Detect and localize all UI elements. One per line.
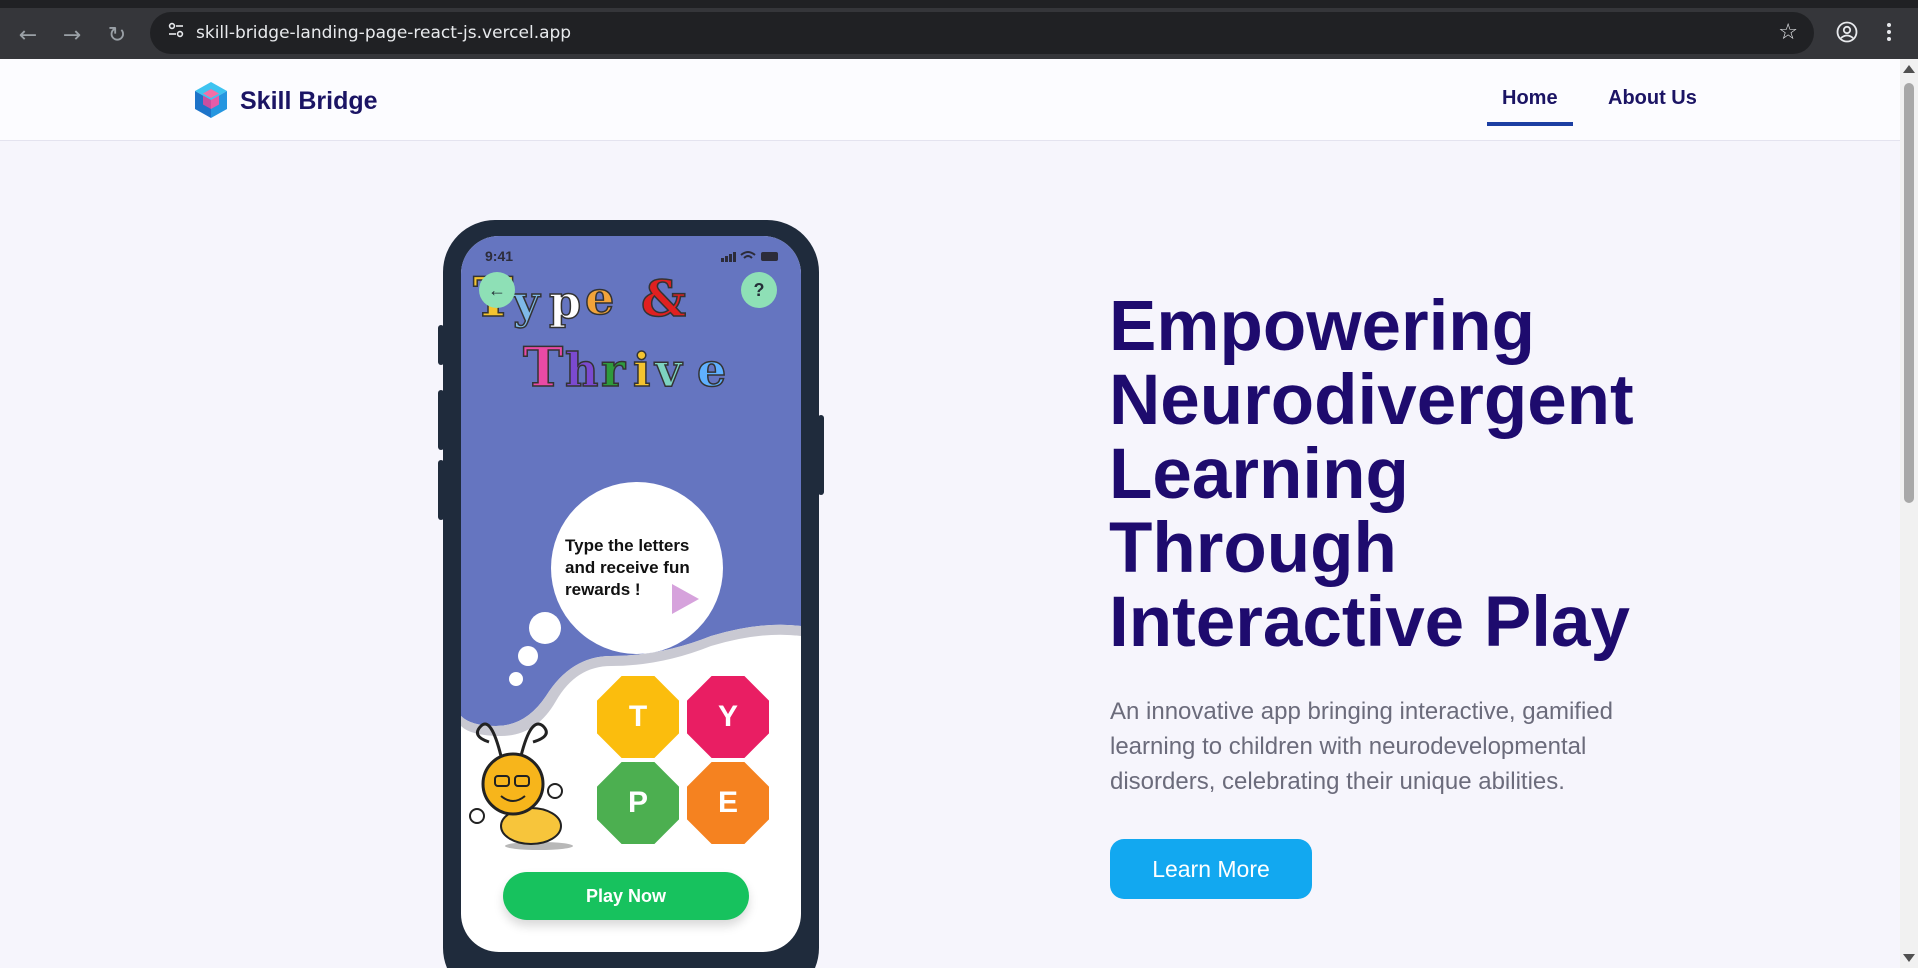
learn-more-button[interactable]: Learn More bbox=[1110, 839, 1312, 899]
reload-icon[interactable]: ↻ bbox=[101, 20, 133, 52]
hero-title-line: Interactive Play bbox=[1109, 583, 1630, 662]
scroll-thumb[interactable] bbox=[1904, 83, 1914, 503]
svg-text:e: e bbox=[585, 271, 614, 325]
svg-text:v: v bbox=[654, 343, 683, 396]
svg-text:T: T bbox=[523, 335, 563, 396]
hero-description: An innovative app bringing interactive, … bbox=[1110, 698, 1613, 795]
bookmark-star-icon[interactable]: ☆ bbox=[1778, 20, 1798, 45]
play-now-button[interactable]: Play Now bbox=[503, 872, 749, 920]
active-nav-indicator bbox=[1487, 122, 1573, 126]
bee-mascot-icon bbox=[469, 722, 573, 850]
url-text[interactable]: skill-bridge-landing-page-react-js.verce… bbox=[196, 23, 571, 43]
phone-screen: T y p e & T h r i v e 9:41 ← ? Type the … bbox=[461, 236, 801, 952]
hero-title-line: Learning bbox=[1109, 435, 1409, 514]
scroll-down-icon[interactable] bbox=[1903, 954, 1915, 962]
hero-title: Empowering Neurodivergent Learning Throu… bbox=[1109, 290, 1829, 660]
hero-title-line: Neurodivergent bbox=[1109, 361, 1634, 440]
nav-home-link[interactable]: Home bbox=[1502, 87, 1558, 110]
scroll-up-icon[interactable] bbox=[1903, 65, 1915, 73]
thought-bubble-text: Type the letters and receive fun rewards… bbox=[565, 536, 690, 599]
nav-about-link[interactable]: About Us bbox=[1608, 87, 1697, 110]
svg-text:&: & bbox=[641, 269, 686, 328]
logo-cube-icon[interactable] bbox=[190, 79, 232, 121]
svg-text:r: r bbox=[601, 343, 626, 396]
svg-text:y: y bbox=[512, 275, 541, 329]
browser-toolbar: ← → ↻ skill-bridge-landing-page-react-js… bbox=[0, 0, 1918, 59]
status-signal-battery-icons bbox=[721, 251, 778, 262]
svg-text:p: p bbox=[549, 275, 581, 329]
back-arrow-icon[interactable]: ← bbox=[479, 272, 515, 308]
back-icon[interactable]: ← bbox=[12, 20, 44, 52]
hero-title-line: Through bbox=[1109, 509, 1397, 588]
site-header: Skill Bridge Home About Us bbox=[0, 59, 1900, 141]
svg-text:i: i bbox=[633, 343, 650, 396]
forward-icon[interactable]: → bbox=[56, 20, 88, 52]
profile-icon[interactable] bbox=[1836, 21, 1858, 49]
menu-kebab-icon[interactable] bbox=[1886, 21, 1892, 49]
hero-title-line: Empowering bbox=[1109, 287, 1536, 366]
svg-text:h: h bbox=[565, 343, 598, 396]
svg-text:e: e bbox=[697, 343, 726, 396]
site-info-icon[interactable] bbox=[164, 21, 188, 45]
brand-name[interactable]: Skill Bridge bbox=[240, 87, 378, 116]
page-scrollbar[interactable] bbox=[1900, 59, 1918, 968]
status-time: 9:41 bbox=[485, 248, 514, 264]
address-bar[interactable]: skill-bridge-landing-page-react-js.verce… bbox=[150, 12, 1814, 54]
help-button[interactable]: ? bbox=[741, 272, 777, 308]
